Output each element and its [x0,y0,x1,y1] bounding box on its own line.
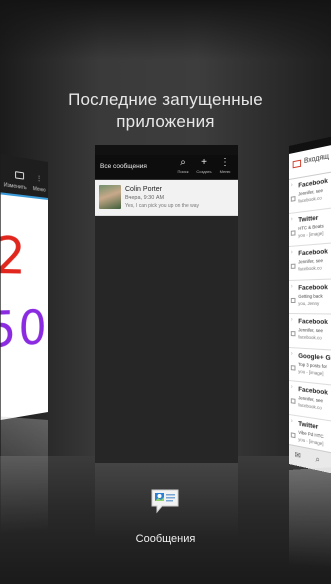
email-preview: you - [image] [298,230,324,238]
email-checkbox [290,196,296,202]
drawing-stroke-purple: 50 [0,299,48,360]
messages-title: Все сообщения [100,163,147,170]
message-thread-item: Colin Porter Вчера, 9:30 AM Yes, I can p… [95,180,238,216]
compose-icon: ✉ [294,450,301,461]
recent-apps-screen: Последние запущенные приложения Изменить… [0,0,331,584]
email-checkbox [290,331,296,337]
status-bar [95,145,238,155]
chevron-right-icon: › [290,249,293,256]
contact-name: Colin Porter [125,186,162,193]
top-shade [0,0,331,60]
chevron-right-icon: › [290,417,293,425]
email-sender: Facebook [298,283,328,292]
email-preview: you - [image] [298,368,324,376]
email-list: › Facebook Jennifer, see facebook.co › Twitte… [289,165,331,482]
email-sender: Twitter [298,213,319,224]
email-checkbox [290,229,296,236]
email-subject: Jennifer, see [298,327,323,334]
avatar [99,185,121,209]
chevron-right-icon: › [290,283,293,290]
menu-icon: ⋮ [220,157,230,168]
chevron-right-icon: › [290,182,293,189]
email-checkbox [290,364,296,371]
edit-icon [15,171,25,180]
messages-action-bar: Все сообщения ⌕ Поиск + Создать ⋮ Меню [95,155,238,180]
focused-app-label: Сообщения [135,533,196,545]
email-preview: facebook.co [298,195,322,204]
email-preview: facebook.co [298,265,322,272]
email-preview: facebook.co [298,334,322,341]
recent-app-card-gmail[interactable]: Входящ › Facebook Jennifer, see facebook.co… [289,128,331,482]
card-reflection-right [289,464,331,571]
email-preview: you, Jenny [298,300,320,306]
email-sender: Facebook [298,318,328,327]
gmail-inbox-title: Входящ [303,153,329,166]
recent-app-card-messages[interactable]: Все сообщения ⌕ Поиск + Создать ⋮ Меню C… [95,145,238,463]
menu-action: ⋮ Меню [215,157,235,174]
email-preview: facebook.co [298,402,322,411]
chevron-right-icon: › [290,317,293,324]
recent-apps-title: Последние запущенные приложения [68,90,263,131]
email-subject: Top 3 posts for [298,361,328,369]
recent-app-card-drawing[interactable]: Изменить ⋮ Меню 2 50 [0,154,48,420]
email-checkbox [290,398,296,404]
email-sender: Google+ Gle [298,352,331,363]
gmail-logo-icon [292,159,302,169]
chevron-right-icon: › [290,216,293,223]
search-icon: ⌕ [315,454,320,465]
email-checkbox [290,263,296,269]
menu-label: Меню [32,185,46,194]
plus-icon: + [201,157,207,168]
message-time: Вчера, 9:30 AM [125,195,165,201]
chevron-right-icon: › [290,384,293,391]
menu-icon: ⋮ [35,175,43,184]
email-list-item: › Facebook Jennifer, see facebook.co [289,314,331,353]
messages-app-icon [151,489,179,514]
edit-label: Изменить [3,182,27,192]
email-list-item: › Facebook Jennifer, see facebook.co [289,240,331,281]
email-subject: Jennifer, see [298,257,323,265]
email-sender: Facebook [298,248,328,258]
drawing-toolbar: Изменить ⋮ Меню [0,154,48,200]
message-snippet: Yes, I can pick you up on the way [125,203,200,209]
search-icon: ⌕ [180,157,186,168]
email-list-item: › Facebook Getting back you, Jenny [289,277,331,316]
drawing-stroke-red: 2 [0,225,26,286]
compose-action: + Создать [194,157,214,174]
card-reflection-left [0,416,48,534]
search-action: ⌕ Поиск [173,157,193,174]
chevron-right-icon: › [290,350,293,357]
email-checkbox [290,297,296,303]
email-subject: Getting back [298,292,323,299]
email-checkbox [290,431,296,438]
